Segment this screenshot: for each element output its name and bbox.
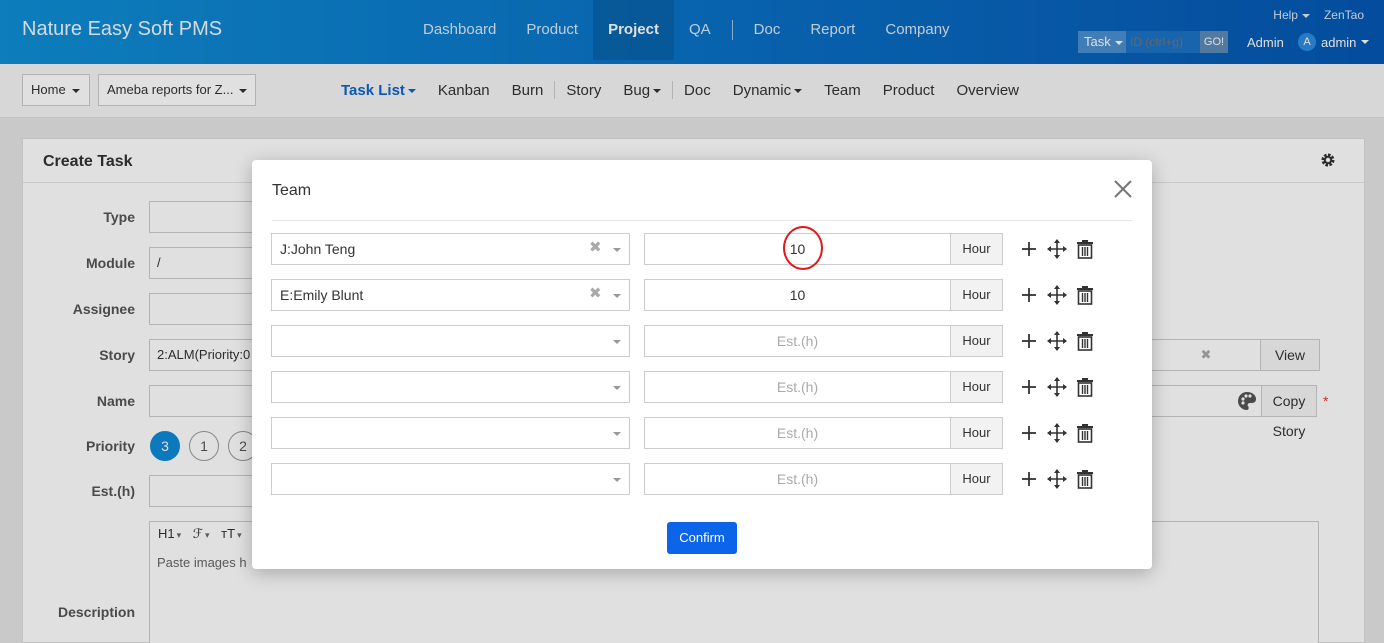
member-select[interactable] <box>271 463 630 495</box>
team-modal: Team J:John Teng ✖ Hour E:Emily Blunt ✖ Hour H… <box>252 160 1152 569</box>
chevron-down-icon <box>613 340 621 344</box>
team-row: Hour <box>271 417 1141 449</box>
close-icon[interactable] <box>1112 178 1134 200</box>
trash-icon[interactable] <box>1074 238 1096 260</box>
member-select[interactable]: J:John Teng ✖ <box>271 233 630 265</box>
estimate-input[interactable] <box>644 279 951 311</box>
estimate-input[interactable] <box>644 325 951 357</box>
clear-icon[interactable]: ✖ <box>589 240 602 255</box>
team-row: Hour <box>271 325 1141 357</box>
member-select[interactable]: E:Emily Blunt ✖ <box>271 279 630 311</box>
hour-unit-label: Hour <box>950 417 1003 449</box>
member-name: J:John Teng <box>280 241 356 257</box>
member-select[interactable] <box>271 371 630 403</box>
estimate-input[interactable] <box>644 371 951 403</box>
member-name: E:Emily Blunt <box>280 287 364 303</box>
trash-icon[interactable] <box>1074 284 1096 306</box>
member-select[interactable] <box>271 325 630 357</box>
team-row: E:Emily Blunt ✖ Hour <box>271 279 1141 311</box>
hour-unit-label: Hour <box>950 233 1003 265</box>
chevron-down-icon <box>613 386 621 390</box>
move-arrows-icon[interactable] <box>1046 238 1068 260</box>
confirm-button[interactable]: Confirm <box>667 522 737 554</box>
plus-icon[interactable] <box>1018 468 1040 490</box>
hour-unit-label: Hour <box>950 371 1003 403</box>
move-arrows-icon[interactable] <box>1046 468 1068 490</box>
modal-backdrop-top <box>0 0 1384 118</box>
move-arrows-icon[interactable] <box>1046 376 1068 398</box>
modal-title: Team <box>272 182 312 199</box>
chevron-down-icon <box>613 294 621 298</box>
plus-icon[interactable] <box>1018 422 1040 444</box>
hour-unit-label: Hour <box>950 279 1003 311</box>
clear-icon[interactable]: ✖ <box>589 286 602 301</box>
hour-unit-label: Hour <box>950 463 1003 495</box>
move-arrows-icon[interactable] <box>1046 330 1068 352</box>
chevron-down-icon <box>613 478 621 482</box>
chevron-down-icon <box>613 248 621 252</box>
estimate-input[interactable] <box>644 417 951 449</box>
estimate-input[interactable] <box>644 463 951 495</box>
trash-icon[interactable] <box>1074 330 1096 352</box>
trash-icon[interactable] <box>1074 422 1096 444</box>
team-row: J:John Teng ✖ Hour <box>271 233 1141 265</box>
plus-icon[interactable] <box>1018 330 1040 352</box>
chevron-down-icon <box>613 432 621 436</box>
modal-divider <box>272 220 1132 221</box>
team-row: Hour <box>271 371 1141 403</box>
hour-unit-label: Hour <box>950 325 1003 357</box>
plus-icon[interactable] <box>1018 284 1040 306</box>
plus-icon[interactable] <box>1018 238 1040 260</box>
move-arrows-icon[interactable] <box>1046 284 1068 306</box>
trash-icon[interactable] <box>1074 468 1096 490</box>
plus-icon[interactable] <box>1018 376 1040 398</box>
team-row: Hour <box>271 463 1141 495</box>
trash-icon[interactable] <box>1074 376 1096 398</box>
highlight-ring <box>783 226 823 270</box>
member-select[interactable] <box>271 417 630 449</box>
move-arrows-icon[interactable] <box>1046 422 1068 444</box>
